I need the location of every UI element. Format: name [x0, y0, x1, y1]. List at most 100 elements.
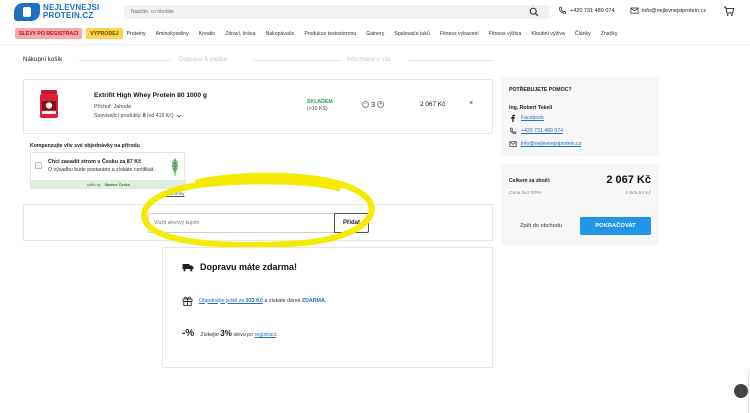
help-card: POTŘEBUJETE POMOC? Ing. Robert Tekeli Fa…	[501, 77, 659, 156]
remove-item-icon[interactable]: ×	[469, 100, 473, 107]
nav-item-aminokyseliny[interactable]: Aminokyseliny	[156, 31, 189, 37]
coupon-card: Přidat	[23, 204, 493, 241]
nav-item-proteiny[interactable]: Proteiny	[127, 31, 146, 37]
free-shipping-row: Dopravu máte zdarma!	[182, 262, 297, 272]
gift-amount: 933 Kč	[245, 297, 263, 304]
search-input[interactable]	[124, 9, 504, 15]
checkout-steps: Nákupní košík Doprava & platba Informace…	[23, 56, 493, 68]
related-count: 8	[142, 113, 146, 119]
price-without-vat-label: Cena bez DPH	[509, 191, 541, 196]
nav-item-fitness-vybaveni[interactable]: Fitness vybavení	[440, 31, 479, 37]
nav-promo-registration[interactable]: SLEVY PO REGISTRACI	[15, 28, 83, 39]
discount-value: 3%	[220, 329, 232, 338]
eco-offer-desc: O výsadbu bude postaráno a získáte certi…	[48, 167, 155, 173]
gift-icon	[182, 296, 193, 306]
registration-link[interactable]: registraci	[255, 332, 277, 338]
facebook-text: Facebook	[521, 115, 544, 121]
quantity-value[interactable]: 3	[371, 100, 375, 109]
benefits-card: Dopravu máte zdarma! Objednejte ještě za…	[162, 247, 493, 368]
discount-pre: Získejte	[200, 332, 219, 338]
gift-link[interactable]: Objednejte ještě za 933 Kč	[199, 298, 263, 304]
help-email-link[interactable]: info@nejlevnejsiprotein.cz	[509, 140, 581, 148]
main-nav: SLEVY PO REGISTRACI VÝPRODEJ Proteiny Am…	[0, 27, 750, 40]
discount-text: Získejte 3% slevu po registraci.	[200, 329, 278, 338]
site-logo[interactable]: NEJLEVNEJSI PROTEIN.CZ	[14, 3, 99, 21]
eco-offer-text: Chci zasadit strom v Česku za 87 Kč	[48, 159, 142, 165]
eco-footer-label: vyšlo by	[86, 182, 101, 187]
quantity-decrease-button[interactable]: −	[362, 101, 369, 108]
logo-mark-icon	[14, 3, 40, 21]
search-bar	[124, 5, 549, 19]
search-icon[interactable]	[529, 7, 539, 17]
header-email[interactable]: info@nejlevnejsiprotein.cz	[630, 6, 706, 15]
stock-status: SKLADEM (>10 KS)	[307, 99, 333, 112]
help-phone-text: +420 731 489 074	[521, 128, 563, 134]
eco-footer-brand: Sázíme Česko	[104, 182, 131, 187]
chat-icon[interactable]	[734, 384, 748, 398]
nav-item-znacky[interactable]: Značky	[601, 31, 618, 37]
header-email-text: info@nejlevnejsiprotein.cz	[642, 7, 706, 14]
product-flavor: Příchuť: Jahoda	[94, 104, 131, 110]
stock-label: SKLADEM	[307, 99, 333, 105]
chevron-down-icon	[176, 114, 181, 118]
order-summary: Celkem za zboží: 2 067 Kč Cena bez DPH 1…	[501, 164, 659, 245]
mail-icon	[509, 141, 517, 147]
quantity-increase-button[interactable]: +	[377, 101, 385, 108]
eco-offset-box[interactable]: Chci zasadit strom v Česku za 87 Kč O vý…	[30, 152, 186, 189]
continue-button[interactable]: POKRAČOVAT	[580, 217, 651, 235]
free-shipping-text: Dopravu máte zdarma!	[200, 262, 298, 272]
tree-checkbox[interactable]	[35, 162, 42, 169]
related-products-toggle[interactable]: Související produkty: 8 (od 419 Kč)	[94, 113, 182, 119]
total-label: Celkem za zboží:	[509, 178, 551, 184]
quantity-stepper: − 3 +	[362, 100, 385, 109]
price-without-vat-value: 1 845,54 Kč	[625, 191, 651, 196]
phone-icon	[559, 6, 567, 14]
mail-icon	[630, 7, 639, 14]
product-name[interactable]: Extrifit High Whey Protein 80 1000 g	[94, 92, 207, 99]
stock-quantity: (>10 KS)	[307, 105, 328, 112]
apply-coupon-button[interactable]: Přidat	[334, 213, 369, 233]
nav-item-spalovace[interactable]: Spalovače tuků	[394, 31, 429, 37]
nav-item-zdravi[interactable]: Zdraví, krása	[225, 31, 255, 37]
step-info: Informace o vás	[347, 56, 392, 63]
nav-item-fitness-vyziva[interactable]: Fitness výživa	[489, 31, 522, 37]
gift-mid: a získáte dárek	[264, 297, 301, 304]
edge-divider	[748, 370, 749, 413]
help-phone-link[interactable]: +420 731 489 074	[509, 127, 563, 135]
logo-line2: PROTEIN.CZ	[43, 11, 94, 20]
gift-pre: Objednejte ještě za	[199, 297, 245, 304]
nav-item-clanky[interactable]: Články	[575, 31, 591, 37]
nav-item-kreatin[interactable]: Kreatin	[199, 31, 215, 37]
percent-icon: -%	[182, 328, 195, 339]
help-email-text: info@nejlevnejsiprotein.cz	[521, 141, 582, 147]
step-cart: Nákupní košík	[23, 56, 63, 63]
nav-item-kloubni-vyziva[interactable]: Kloubní výživa	[531, 31, 564, 37]
item-price: 2 067 Kč	[420, 101, 446, 108]
header-phone[interactable]: +420 731 489 074	[558, 6, 615, 15]
phone-icon	[509, 127, 517, 134]
logo-text: NEJLEVNEJSI PROTEIN.CZ	[43, 4, 99, 20]
gift-row: Objednejte ještě za 933 Kč a získáte dár…	[182, 295, 326, 306]
step-shipping: Doprava & platba	[179, 56, 227, 63]
help-title: POTŘEBUJETE POMOC?	[509, 87, 572, 93]
related-label: Související produkty:	[94, 113, 142, 119]
step-divider	[253, 60, 341, 61]
product-image[interactable]	[38, 89, 60, 119]
gift-text: Objednejte ještě za 933 Kč a získáte dár…	[199, 297, 327, 304]
cart-icon[interactable]	[723, 5, 735, 17]
total-value: 2 067 Kč	[606, 174, 651, 186]
eco-terms-link[interactable]: Podmínky	[164, 191, 184, 196]
discount-row: -% Získejte 3% slevu po registraci.	[182, 328, 278, 339]
coupon-input[interactable]	[148, 213, 336, 233]
header-divider	[0, 44, 750, 45]
nav-item-nakopavace[interactable]: Nakopávače	[265, 31, 294, 37]
nav-item-testosteron[interactable]: Produkce testosteronu	[304, 31, 356, 37]
nav-promo-sale[interactable]: VÝPRODEJ	[86, 28, 123, 39]
header-phone-text: +420 731 489 074	[570, 7, 615, 14]
truck-icon	[182, 263, 194, 271]
facebook-link[interactable]: Facebook	[509, 114, 544, 122]
top-bar: NEJLEVNEJSI PROTEIN.CZ +420 731 489 074 …	[0, 0, 750, 24]
back-to-shop-button[interactable]: Zpět do obchodu	[509, 217, 573, 235]
facebook-icon	[511, 114, 515, 122]
nav-item-gainery[interactable]: Gainery	[366, 31, 384, 37]
